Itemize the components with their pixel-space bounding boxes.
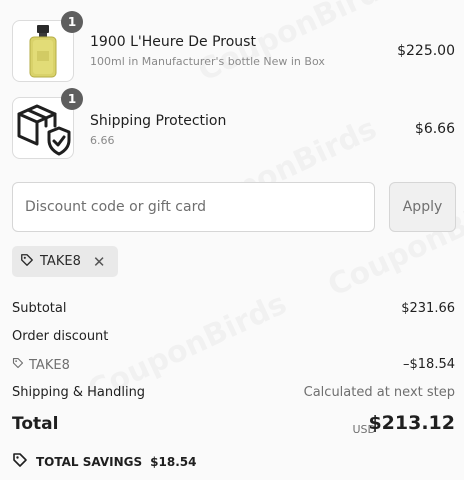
total-value: $213.12: [368, 412, 455, 434]
tag-icon: [12, 357, 24, 373]
shipping-value: Calculated at next step: [303, 385, 455, 400]
item-subtitle: 6.66: [90, 134, 115, 147]
order-discount-label: Order discount: [12, 329, 109, 344]
discount-code-input[interactable]: [12, 182, 375, 232]
applied-discount-chip: TAKE8 ✕: [12, 246, 118, 277]
quantity-badge: 1: [61, 88, 83, 110]
discount-code-row: TAKE8: [12, 357, 70, 373]
item-subtitle: 100ml in Manufacturer's bottle New in Bo…: [90, 55, 325, 68]
tag-icon: [12, 452, 28, 471]
item-price: $6.66: [414, 121, 455, 137]
product-thumbnail: 1: [12, 88, 83, 162]
remove-discount-icon[interactable]: ✕: [93, 253, 106, 271]
perfume-bottle-icon: [13, 25, 73, 85]
item-title: Shipping Protection: [90, 113, 227, 129]
total-label: Total: [12, 414, 59, 434]
discount-code-text: TAKE8: [29, 357, 70, 373]
subtotal-label: Subtotal: [12, 301, 67, 316]
discount-value: –$18.54: [403, 357, 455, 372]
shipping-label: Shipping & Handling: [12, 385, 146, 400]
savings-label: TOTAL SAVINGS: [36, 454, 143, 469]
apply-button[interactable]: Apply: [389, 182, 456, 232]
savings-value: $18.54: [150, 454, 197, 469]
subtotal-value: $231.66: [401, 301, 455, 316]
tag-icon: [20, 253, 34, 271]
discount-code-label: TAKE8: [40, 254, 81, 269]
quantity-badge: 1: [61, 11, 83, 33]
item-price: $225.00: [397, 43, 455, 59]
item-title: 1900 L'Heure De Proust: [90, 34, 256, 50]
product-thumbnail: 1: [12, 11, 83, 85]
total-savings: TOTAL SAVINGS $18.54: [12, 452, 196, 471]
package-shield-icon: [13, 104, 73, 162]
